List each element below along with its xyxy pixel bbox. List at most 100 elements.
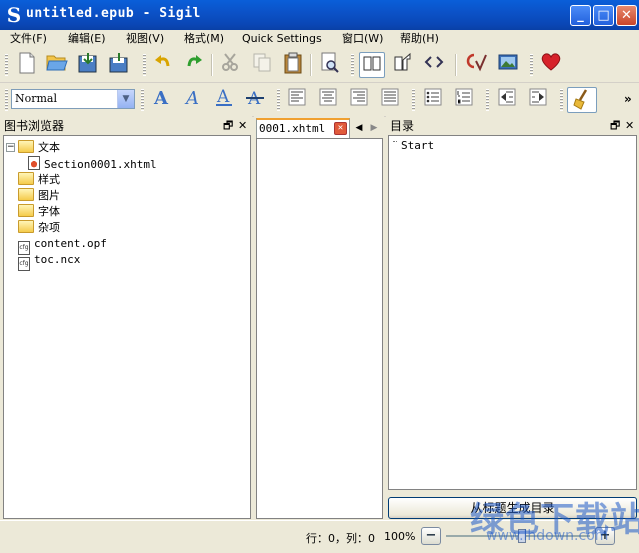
tree-item-misc-folder[interactable]: 杂项: [18, 220, 60, 236]
tree-item-text-folder[interactable]: − 文本: [4, 140, 244, 156]
toolbar-grip[interactable]: [5, 89, 8, 111]
cursor-position: 行：0，列：0: [306, 532, 375, 545]
split-view-icon[interactable]: [390, 52, 416, 78]
menu-help[interactable]: 帮助(H): [400, 31, 439, 47]
book-browser-tree[interactable]: − 文本 Section0001.xhtml 样式 图片 字体 杂项 cfg co…: [3, 135, 251, 519]
align-left-icon[interactable]: [284, 87, 310, 113]
tab-section0001[interactable]: 0001.xhtml ✕: [256, 118, 350, 138]
toolbar-grip[interactable]: [560, 89, 563, 111]
tree-item-styles-folder[interactable]: 样式: [18, 172, 60, 188]
book-browser-pane: 图书浏览器 🗗 ✕ − 文本 Section0001.xhtml 样式 图片 字…: [0, 116, 252, 520]
align-justify-icon[interactable]: [377, 87, 403, 113]
toolbar-grip[interactable]: [5, 54, 8, 76]
main-toolbar: [0, 48, 639, 83]
minimize-button[interactable]: _: [570, 5, 591, 26]
menu-edit[interactable]: 编辑(E): [68, 31, 106, 47]
menu-file[interactable]: 文件(F): [10, 31, 47, 47]
toolbar-separator: [211, 54, 213, 76]
maximize-button[interactable]: □: [593, 5, 614, 26]
toolbar-grip[interactable]: [141, 89, 144, 111]
editor-pane: 0001.xhtml ✕ ◀ ▶: [254, 116, 384, 520]
undo-icon[interactable]: [150, 52, 176, 78]
tree-item-content-opf[interactable]: cfg content.opf: [18, 236, 107, 255]
toolbar-overflow-icon[interactable]: »: [624, 92, 632, 106]
tree-branch-icon: [393, 141, 397, 143]
align-right-icon[interactable]: [346, 87, 372, 113]
book-browser-title: 图书浏览器: [4, 119, 65, 133]
tree-item-label: 杂项: [38, 221, 60, 234]
toolbar-grip[interactable]: [412, 89, 415, 111]
book-view-icon[interactable]: [359, 52, 385, 78]
title-bar[interactable]: S untitled.epub - Sigil _ □ ✕: [0, 0, 639, 30]
heading-style-select[interactable]: Normal ▼: [11, 89, 135, 109]
open-folder-icon[interactable]: [44, 52, 70, 78]
donate-heart-icon[interactable]: [538, 52, 564, 78]
bold-icon[interactable]: A: [148, 87, 174, 113]
cut-icon[interactable]: [217, 52, 243, 78]
tree-item-label: 文本: [38, 141, 60, 154]
close-pane-icon[interactable]: ✕: [238, 118, 247, 134]
save-icon[interactable]: [75, 52, 101, 78]
site-watermark-url: www.lhdown.com: [486, 528, 609, 544]
find-replace-icon[interactable]: [317, 52, 343, 78]
toolbar-grip[interactable]: [143, 54, 146, 76]
menu-window[interactable]: 窗口(W): [342, 31, 383, 47]
toc-pane: 目录 🗗 ✕ Start 从标题生成目录: [386, 116, 639, 520]
float-pane-icon[interactable]: 🗗: [223, 118, 233, 134]
zoom-out-button[interactable]: −: [421, 527, 441, 545]
code-view-icon[interactable]: [421, 52, 447, 78]
zoom-level: 100%: [384, 530, 416, 543]
toolbar-grip[interactable]: [277, 89, 280, 111]
clean-source-broom-icon[interactable]: [567, 87, 597, 113]
tree-item-label: 图片: [38, 189, 60, 202]
menu-view[interactable]: 视图(V): [126, 31, 164, 47]
float-pane-icon[interactable]: 🗗: [610, 118, 620, 134]
toolbar-grip[interactable]: [530, 54, 533, 76]
numbered-list-icon[interactable]: [451, 87, 477, 113]
tree-item-label: 样式: [38, 173, 60, 186]
redo-icon[interactable]: [181, 52, 207, 78]
folder-icon: [18, 140, 34, 153]
insert-image-icon[interactable]: [495, 52, 521, 78]
chevron-down-icon[interactable]: ▼: [117, 90, 134, 108]
editor-content-area[interactable]: [256, 138, 383, 519]
decrease-indent-icon[interactable]: [494, 87, 520, 113]
strikethrough-icon[interactable]: A: [242, 87, 268, 113]
underline-icon[interactable]: A: [211, 87, 237, 113]
close-button[interactable]: ✕: [616, 5, 637, 26]
bullet-list-icon[interactable]: [420, 87, 446, 113]
toolbar-grip[interactable]: [351, 54, 354, 76]
tree-item-images-folder[interactable]: 图片: [18, 188, 60, 204]
tree-item-label: Section0001.xhtml: [44, 158, 157, 171]
close-tab-icon[interactable]: ✕: [334, 122, 347, 135]
align-center-icon[interactable]: [315, 87, 341, 113]
folder-icon: [18, 188, 34, 201]
tab-scroll-right-icon[interactable]: ▶: [367, 120, 381, 136]
toc-tree[interactable]: Start: [388, 135, 637, 490]
heading-style-value: Normal: [15, 92, 58, 105]
sigil-logo-icon: S: [6, 3, 22, 27]
italic-icon[interactable]: A: [180, 87, 206, 113]
tree-item-fonts-folder[interactable]: 字体: [18, 204, 60, 220]
close-pane-icon[interactable]: ✕: [625, 118, 634, 134]
copy-icon[interactable]: [249, 52, 275, 78]
new-file-icon[interactable]: [14, 52, 40, 78]
xhtml-file-icon: [28, 156, 40, 170]
tree-item-section-file[interactable]: Section0001.xhtml: [28, 156, 157, 172]
save-as-icon[interactable]: [106, 52, 132, 78]
format-toolbar: Normal ▼ A A A A »: [0, 83, 639, 117]
menu-quick-settings[interactable]: Quick Settings: [242, 31, 322, 47]
toolbar-separator: [455, 54, 457, 76]
tab-scroll-left-icon[interactable]: ◀: [352, 120, 366, 136]
tree-item-toc-ncx[interactable]: cfg toc.ncx: [18, 252, 80, 271]
spellcheck-icon[interactable]: [464, 52, 490, 78]
toc-title: 目录: [390, 119, 415, 133]
paste-icon[interactable]: [280, 52, 306, 78]
menu-bar: 文件(F) 编辑(E) 视图(V) 格式(M) Quick Settings 窗…: [0, 30, 639, 48]
increase-indent-icon[interactable]: [525, 87, 551, 113]
toolbar-grip[interactable]: [486, 89, 489, 111]
menu-format[interactable]: 格式(M): [184, 31, 224, 47]
toc-item-start[interactable]: Start: [401, 138, 434, 154]
tree-item-label: 字体: [38, 205, 60, 218]
collapse-toggle-icon[interactable]: −: [6, 143, 15, 152]
